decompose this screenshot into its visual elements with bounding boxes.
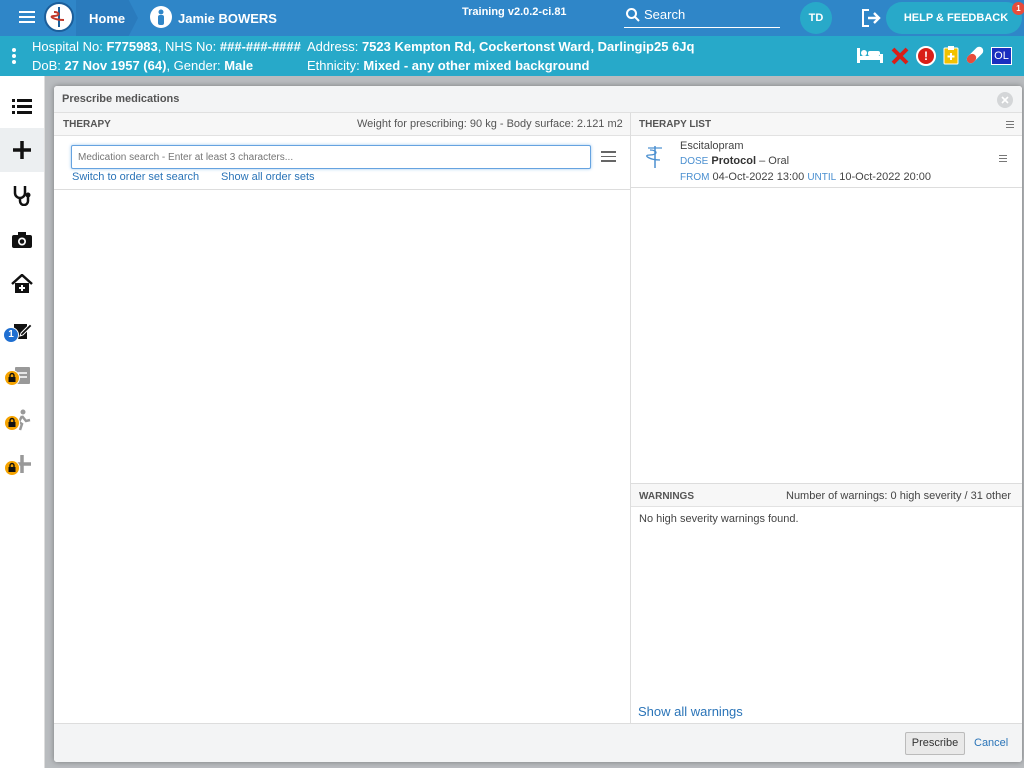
camera-icon[interactable] bbox=[8, 226, 36, 254]
top-bar: Home Jamie BOWERS Training v2.0.2-ci.81 … bbox=[0, 0, 1024, 36]
app-logo[interactable] bbox=[44, 2, 74, 32]
patient-address: Address: 7523 Kempton Rd, Cockertonst Wa… bbox=[307, 39, 694, 54]
bed-icon[interactable] bbox=[856, 46, 884, 64]
patient-ids: Hospital No: F775983, NHS No: ###-###-##… bbox=[32, 39, 301, 54]
kebab-menu-icon[interactable] bbox=[12, 48, 16, 64]
modal-footer: Prescribe Cancel bbox=[54, 723, 1022, 762]
patient-person-icon bbox=[150, 6, 172, 28]
ethnicity-label: Ethnicity: bbox=[307, 58, 360, 73]
warnings-count: Number of warnings: 0 high severity / 31… bbox=[786, 490, 1012, 502]
medication-name: Escitalopram bbox=[680, 140, 744, 152]
therapy-panel: THERAPY Weight for prescribing: 90 kg - … bbox=[54, 113, 631, 723]
help-feedback-label: HELP & FEEDBACK bbox=[903, 12, 1009, 24]
patient-name[interactable]: Jamie BOWERS bbox=[178, 11, 277, 26]
user-initials: TD bbox=[808, 12, 824, 24]
modal-title: Prescribe medications bbox=[62, 93, 180, 105]
cross-alert-icon[interactable] bbox=[891, 47, 909, 65]
weight-info: Weight for prescribing: 90 kg - Body sur… bbox=[357, 118, 623, 130]
prescribe-label: Prescribe bbox=[911, 737, 959, 749]
lock-icon bbox=[4, 370, 20, 386]
cancel-button[interactable]: Cancel bbox=[974, 737, 1008, 749]
dose-value: Protocol bbox=[711, 155, 757, 167]
from-label: FROM bbox=[680, 172, 710, 183]
patient-ethnicity: Ethnicity: Mixed - any other mixed backg… bbox=[307, 58, 589, 73]
ol-badge[interactable]: OL bbox=[991, 47, 1012, 65]
from-value: 04-Oct-2022 13:00 bbox=[712, 171, 805, 183]
show-all-warnings-link[interactable]: Show all warnings bbox=[638, 704, 743, 719]
add-icon[interactable] bbox=[8, 136, 36, 164]
show-order-sets-link[interactable]: Show all order sets bbox=[221, 171, 315, 183]
menu-icon[interactable] bbox=[19, 11, 35, 25]
pill-icon[interactable] bbox=[964, 44, 986, 66]
home-crumb[interactable]: Home bbox=[76, 0, 138, 36]
hospital-no-value: F775983 bbox=[106, 39, 158, 54]
search-icon bbox=[626, 8, 640, 22]
logout-icon[interactable] bbox=[861, 9, 881, 27]
warnings-header: WARNINGS bbox=[639, 491, 694, 502]
until-value: 10-Oct-2022 20:00 bbox=[839, 171, 932, 183]
search-options-menu-icon[interactable] bbox=[601, 151, 616, 162]
prescribe-modal: Prescribe medications THERAPY Weight for… bbox=[54, 86, 1022, 762]
nhs-no-label: , NHS No: bbox=[157, 39, 217, 54]
modal-header: Prescribe medications bbox=[54, 86, 1022, 113]
list-icon[interactable] bbox=[8, 92, 36, 120]
lock-icon bbox=[4, 460, 20, 476]
lock-icon bbox=[4, 415, 20, 431]
home-care-icon[interactable] bbox=[8, 270, 36, 298]
home-label: Home bbox=[89, 11, 126, 26]
environment-label: Training v2.0.2-ci.81 bbox=[462, 6, 567, 18]
ethnicity-value: Mixed - any other mixed background bbox=[363, 58, 590, 73]
medication-caduceus-icon bbox=[646, 146, 662, 168]
route-value: – Oral bbox=[759, 155, 790, 167]
therapy-list-header: THERAPY LIST bbox=[639, 119, 712, 130]
user-avatar[interactable]: TD bbox=[800, 2, 832, 34]
search-label: Search bbox=[644, 7, 686, 22]
stethoscope-icon[interactable] bbox=[8, 181, 36, 209]
prescribe-button[interactable]: Prescribe bbox=[905, 732, 965, 755]
dose-line: DOSE Protocol – Oral bbox=[680, 155, 789, 167]
gender-value: Male bbox=[224, 58, 254, 73]
warnings-text: No high severity warnings found. bbox=[639, 513, 799, 525]
help-feedback-button[interactable]: HELP & FEEDBACK bbox=[886, 2, 1022, 34]
notification-count-badge: 1 bbox=[3, 327, 19, 343]
dose-label: DOSE bbox=[680, 156, 709, 167]
sidebar: 1 bbox=[0, 76, 45, 768]
until-label: UNTIL bbox=[807, 172, 837, 183]
help-badge: 1 bbox=[1012, 2, 1024, 15]
therapy-list-item[interactable]: Escitalopram DOSE Protocol – Oral FROM 0… bbox=[631, 136, 1022, 188]
nhs-no-value: ###-###-#### bbox=[219, 39, 301, 54]
clipboard-icon[interactable] bbox=[943, 45, 959, 65]
close-icon[interactable] bbox=[997, 92, 1013, 108]
medication-search-input[interactable] bbox=[71, 145, 591, 169]
therapy-list-menu-icon[interactable] bbox=[1006, 121, 1014, 129]
dob-value: 27 Nov 1957 (64) bbox=[64, 58, 167, 73]
gender-label: , Gender: bbox=[166, 58, 221, 73]
therapy-header: THERAPY bbox=[63, 119, 111, 130]
schedule-line: FROM 04-Oct-2022 13:00 UNTIL 10-Oct-2022… bbox=[680, 171, 931, 183]
hospital-no-label: Hospital No: bbox=[32, 39, 103, 54]
address-value: 7523 Kempton Rd, Cockertonst Ward, Darli… bbox=[361, 39, 695, 54]
warnings-panel: WARNINGS Number of warnings: 0 high seve… bbox=[631, 483, 1022, 723]
address-label: Address: bbox=[307, 39, 359, 54]
switch-order-set-link[interactable]: Switch to order set search bbox=[72, 171, 199, 183]
therapy-list-panel: THERAPY LIST Escitalopram DOSE Protocol … bbox=[631, 113, 1022, 483]
dob-label: DoB: bbox=[32, 58, 61, 73]
patient-banner: Hospital No: F775983, NHS No: ###-###-##… bbox=[0, 36, 1024, 76]
alert-icon[interactable]: ! bbox=[916, 46, 936, 66]
patient-dob: DoB: 27 Nov 1957 (64), Gender: Male bbox=[32, 58, 253, 73]
search-box[interactable]: Search bbox=[624, 5, 780, 28]
therapy-item-menu-icon[interactable] bbox=[999, 155, 1007, 163]
